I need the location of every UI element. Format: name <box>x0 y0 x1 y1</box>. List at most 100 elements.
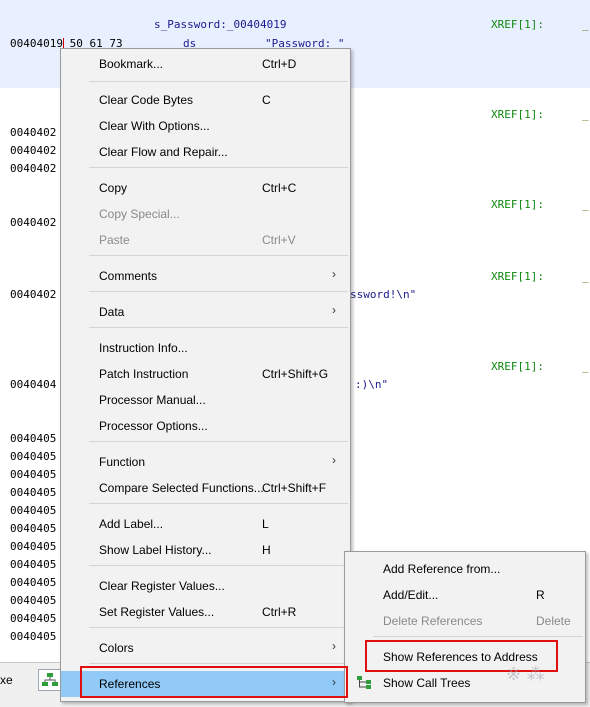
address[interactable]: 0040402 <box>10 126 56 140</box>
submenu-arrow-icon: › <box>332 639 336 653</box>
menu-item-shortcut: H <box>262 543 271 557</box>
tab-label[interactable]: xe <box>0 673 13 687</box>
menu-item-show-label-history[interactable]: Show Label History... H <box>61 537 350 563</box>
menu-separator <box>89 663 348 664</box>
menu-item-shortcut: Ctrl+V <box>262 233 296 247</box>
menu-item-clear-flow-and-repair[interactable]: Clear Flow and Repair... <box>61 139 350 165</box>
string-label[interactable]: s_Password:_00404019 <box>154 18 286 32</box>
menu-item-label: Add Label... <box>99 517 164 531</box>
context-menu: Bookmark... Ctrl+D Clear Code Bytes C Clear … <box>60 48 351 702</box>
watermark: ※ ⁂ <box>506 664 545 685</box>
address[interactable]: 0040405 <box>10 522 56 536</box>
function-graph-icon[interactable] <box>38 669 62 691</box>
menu-item-clear-with-options[interactable]: Clear With Options... <box>61 113 350 139</box>
string-fragment: ssword!\n" <box>350 288 417 301</box>
menu-separator <box>89 441 348 442</box>
menu-separator <box>89 503 348 504</box>
submenu-item-label: Add Reference from... <box>383 562 501 576</box>
submenu-item-show-call-trees[interactable]: Show Call Trees <box>345 670 585 696</box>
menu-item-label: Comments <box>99 269 158 283</box>
address[interactable]: 0040402 <box>10 288 56 302</box>
address[interactable]: 0040405 <box>10 486 56 500</box>
xref-target[interactable]: _ <box>582 270 589 284</box>
submenu-item-shortcut: Delete <box>536 614 571 628</box>
menu-item-comments[interactable]: Comments › <box>61 263 350 289</box>
address[interactable]: 0040402 <box>10 216 56 230</box>
menu-item-function[interactable]: Function › <box>61 449 350 475</box>
xref-target[interactable]: _ <box>582 198 589 212</box>
submenu-item-shortcut: R <box>536 588 545 602</box>
menu-item-shortcut: L <box>262 517 269 531</box>
menu-item-compare-selected-functions[interactable]: Compare Selected Functions... Ctrl+Shift+… <box>61 475 350 501</box>
xref-label[interactable]: XREF[1]: <box>491 360 544 374</box>
menu-item-clear-code-bytes[interactable]: Clear Code Bytes C <box>61 87 350 113</box>
references-submenu: Add Reference from... Add/Edit... R Delete … <box>344 551 586 703</box>
menu-item-label: Copy Special... <box>99 207 180 221</box>
address[interactable]: 0040405 <box>10 450 56 464</box>
menu-item-processor-options[interactable]: Processor Options... <box>61 413 350 439</box>
menu-item-shortcut: C <box>262 93 271 107</box>
menu-separator <box>89 291 348 292</box>
xref-target[interactable]: _ <box>582 18 589 32</box>
submenu-item-delete-references[interactable]: Delete References Delete <box>345 608 585 634</box>
address[interactable]: 0040405 <box>10 594 56 608</box>
submenu-item-label: Delete References <box>383 614 483 628</box>
menu-item-label: Processor Options... <box>99 419 208 433</box>
menu-item-label: Function <box>99 455 146 469</box>
menu-item-label: Data <box>99 305 125 319</box>
menu-item-paste[interactable]: Paste Ctrl+V <box>61 227 350 253</box>
address[interactable]: 0040405 <box>10 630 56 644</box>
address[interactable]: 0040405 <box>10 432 56 446</box>
menu-item-shortcut: Ctrl+C <box>262 181 297 195</box>
address[interactable]: 0040405 <box>10 504 56 518</box>
menu-item-label: Clear With Options... <box>99 119 210 133</box>
address[interactable]: 0040405 <box>10 558 56 572</box>
address[interactable]: 0040405 <box>10 468 56 482</box>
menu-item-label: Instruction Info... <box>99 341 188 355</box>
xref-label[interactable]: XREF[1]: <box>491 18 544 32</box>
menu-item-copy-special[interactable]: Copy Special... <box>61 201 350 227</box>
address[interactable]: 0040402 <box>10 144 56 158</box>
address[interactable]: 0040405 <box>10 540 56 554</box>
menu-item-copy[interactable]: Copy Ctrl+C <box>61 175 350 201</box>
xref-label[interactable]: XREF[1]: <box>491 108 544 122</box>
xref-label[interactable]: XREF[1]: <box>491 270 544 284</box>
menu-item-label: Show Label History... <box>99 543 212 557</box>
menu-separator <box>89 255 348 256</box>
menu-item-label: Compare Selected Functions... <box>99 481 264 495</box>
xref-label[interactable]: XREF[1]: <box>491 198 544 212</box>
highlight-box-references <box>80 666 348 698</box>
menu-item-label: Copy <box>99 181 128 195</box>
menu-item-clear-register-values[interactable]: Clear Register Values... <box>61 573 350 599</box>
xref-target[interactable]: _ <box>582 108 589 122</box>
address[interactable]: 0040405 <box>10 576 56 590</box>
string-fragment: :)\n" <box>355 378 389 391</box>
menu-item-label: Paste <box>99 233 130 247</box>
xref-target[interactable]: _ <box>582 360 589 374</box>
address[interactable]: 0040402 <box>10 162 56 176</box>
menu-separator <box>89 81 348 82</box>
submenu-item-label: Show Call Trees <box>383 676 471 690</box>
call-tree-icon <box>357 676 371 689</box>
submenu-arrow-icon: › <box>332 267 336 281</box>
menu-item-data[interactable]: Data › <box>61 299 350 325</box>
menu-item-label: Bookmark... <box>99 57 164 71</box>
submenu-item-add-reference-from[interactable]: Add Reference from... <box>345 556 585 582</box>
menu-item-set-register-values[interactable]: Set Register Values... Ctrl+R <box>61 599 350 625</box>
menu-item-label: Processor Manual... <box>99 393 206 407</box>
menu-item-label: Clear Register Values... <box>99 579 225 593</box>
menu-item-bookmark[interactable]: Bookmark... Ctrl+D <box>61 51 350 77</box>
menu-item-label: Clear Flow and Repair... <box>99 145 228 159</box>
menu-separator <box>89 167 348 168</box>
menu-item-add-label[interactable]: Add Label... L <box>61 511 350 537</box>
menu-item-patch-instruction[interactable]: Patch Instruction Ctrl+Shift+G <box>61 361 350 387</box>
address[interactable]: 0040404 <box>10 378 56 392</box>
menu-item-instruction-info[interactable]: Instruction Info... <box>61 335 350 361</box>
submenu-arrow-icon: › <box>332 453 336 467</box>
submenu-item-add-edit[interactable]: Add/Edit... R <box>345 582 585 608</box>
menu-item-colors[interactable]: Colors › <box>61 635 350 661</box>
address[interactable]: 0040405 <box>10 612 56 626</box>
menu-item-shortcut: Ctrl+D <box>262 57 297 71</box>
menu-item-label: Colors <box>99 641 134 655</box>
menu-item-processor-manual[interactable]: Processor Manual... <box>61 387 350 413</box>
